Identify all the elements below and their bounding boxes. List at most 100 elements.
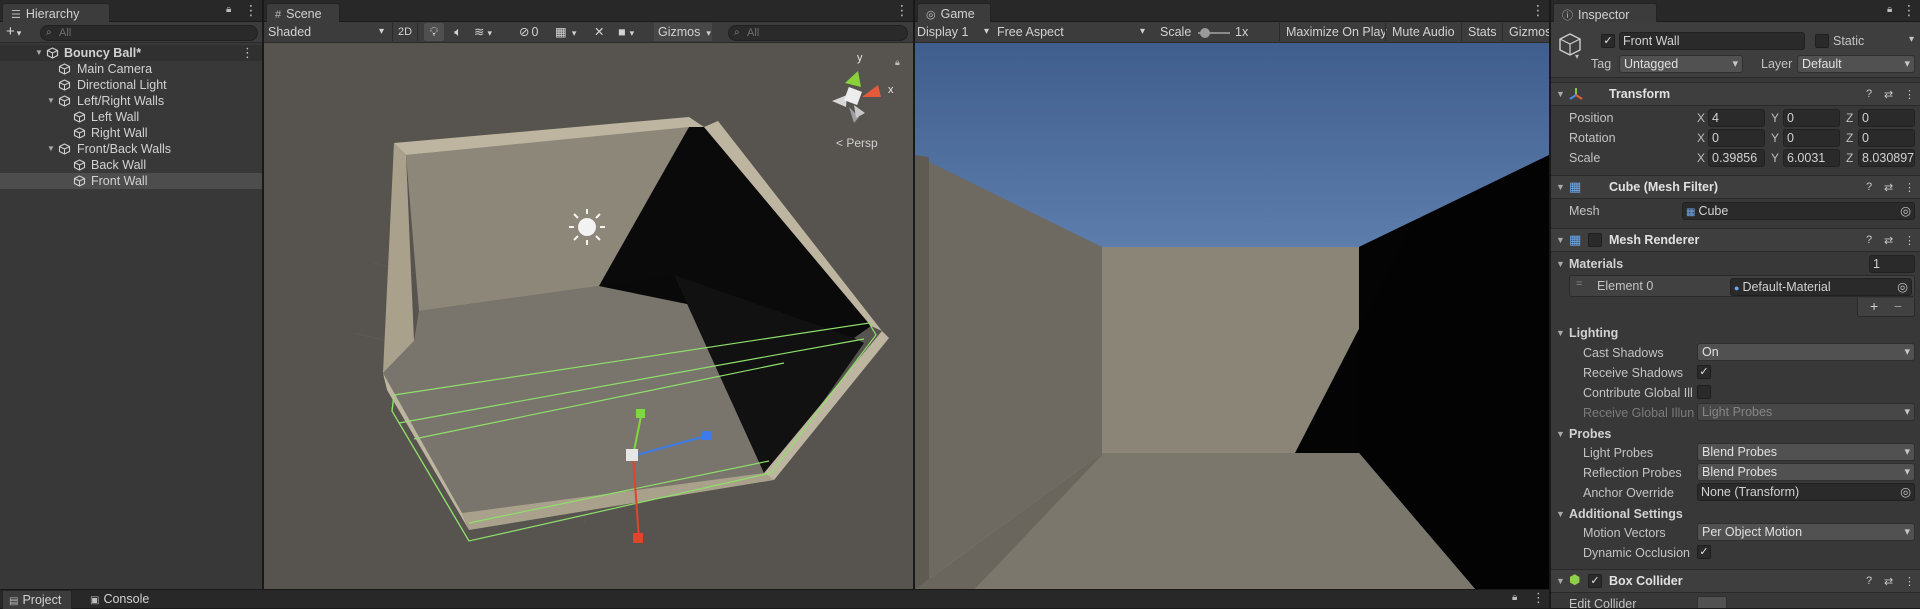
light-probes-dropdown[interactable]: Blend Probes — [1697, 443, 1915, 461]
help-icon[interactable]: ? — [1866, 234, 1872, 246]
mesh-renderer-header[interactable]: ▼ ▦ Mesh Renderer ? ⇄ ⋮ — [1551, 228, 1920, 252]
chevron-down-icon[interactable]: ▼ — [47, 93, 55, 109]
chevron-down-icon[interactable]: ▼ — [1556, 235, 1565, 245]
stats-button[interactable]: Stats — [1461, 23, 1497, 41]
preset-icon[interactable]: ⇄ — [1884, 575, 1893, 588]
chevron-down-icon[interactable]: ▼ — [1556, 328, 1565, 338]
scale-z-field[interactable]: 8.030897 — [1858, 149, 1915, 167]
tab-project[interactable]: ▤ Project — [2, 590, 72, 609]
effects-toggle-icon[interactable]: ≋ ▾ — [474, 23, 502, 41]
toggle-2d-button[interactable]: 2D — [392, 23, 418, 41]
chevron-down-icon[interactable]: ▼ — [1556, 509, 1565, 519]
remove-icon[interactable]: − — [1894, 298, 1902, 314]
help-icon[interactable]: ? — [1866, 88, 1872, 100]
kebab-menu-icon[interactable]: ⋮ — [1532, 590, 1545, 606]
maximize-on-play-button[interactable]: Maximize On Play — [1279, 23, 1387, 41]
hierarchy-item-front-wall[interactable]: Front Wall — [0, 173, 262, 189]
hierarchy-item-back-wall[interactable]: Back Wall — [0, 157, 262, 173]
scale-slider[interactable] — [1198, 28, 1230, 38]
edit-collider-button[interactable] — [1697, 596, 1727, 608]
lock-icon[interactable]: 🔒︎ — [1887, 4, 1892, 15]
tag-dropdown[interactable]: Untagged — [1619, 55, 1743, 73]
kebab-menu-icon[interactable]: ⋮ — [1531, 2, 1545, 18]
hierarchy-item-left-right-walls[interactable]: ▼ Left/Right Walls — [0, 93, 262, 109]
preset-icon[interactable]: ⇄ — [1884, 181, 1893, 194]
hierarchy-item-front-back-walls[interactable]: ▼ Front/Back Walls — [0, 141, 262, 157]
static-checkbox[interactable] — [1815, 34, 1829, 48]
projection-label[interactable]: < Persp — [836, 136, 878, 150]
object-name-field[interactable]: Front Wall — [1619, 32, 1805, 50]
chevron-down-icon[interactable]: ▼ — [1556, 182, 1565, 192]
mesh-filter-header[interactable]: ▼ ▦ Cube (Mesh Filter) ? ⇄ ⋮ — [1551, 175, 1920, 199]
gizmos-dropdown[interactable]: Gizmos ▾ — [654, 23, 712, 41]
lock-icon[interactable]: 🔒︎ — [895, 58, 900, 68]
chevron-down-icon[interactable]: ▼ — [1556, 89, 1565, 99]
kebab-menu-icon[interactable]: ⋮ — [1904, 181, 1915, 194]
hierarchy-item-directional-light[interactable]: Directional Light — [0, 77, 262, 93]
mute-audio-button[interactable]: Mute Audio — [1385, 23, 1455, 41]
cast-shadows-dropdown[interactable]: On — [1697, 343, 1915, 361]
tab-game[interactable]: ◎ Game — [917, 3, 991, 22]
hierarchy-item-right-wall[interactable]: Right Wall — [0, 125, 262, 141]
layer-dropdown[interactable]: Default — [1797, 55, 1915, 73]
box-collider-enabled-checkbox[interactable]: ✓ — [1588, 574, 1602, 588]
scale-x-field[interactable]: 0.39856 — [1708, 149, 1765, 167]
mesh-object-field[interactable]: ▦ Cube ◎ — [1682, 202, 1915, 220]
add-icon[interactable]: + — [1870, 298, 1878, 314]
help-icon[interactable]: ? — [1866, 575, 1872, 587]
element-0-material-field[interactable]: ● Default-Material ◎ — [1730, 278, 1912, 296]
position-z-field[interactable]: 0 — [1858, 109, 1915, 127]
tab-scene[interactable]: # Scene — [266, 3, 340, 22]
game-viewport[interactable] — [915, 43, 1549, 589]
chevron-down-icon[interactable]: ▼ — [1556, 576, 1565, 586]
lighting-toggle-icon[interactable]: 💡︎ — [424, 23, 444, 41]
object-picker-icon[interactable]: ◎ — [1900, 484, 1911, 500]
chevron-down-icon[interactable]: ▼ — [35, 45, 43, 61]
tab-inspector[interactable]: ⓘ Inspector — [1553, 3, 1657, 22]
kebab-menu-icon[interactable]: ⋮ — [1904, 575, 1915, 588]
rotation-y-field[interactable]: 0 — [1783, 129, 1840, 147]
camera-settings-icon[interactable]: ■ ▾ — [618, 23, 648, 41]
position-x-field[interactable]: 4 — [1708, 109, 1765, 127]
chevron-down-icon[interactable]: ▾ — [1909, 34, 1914, 45]
kebab-menu-icon[interactable]: ⋮ — [1904, 234, 1915, 247]
chevron-down-icon[interactable]: ▼ — [1556, 429, 1565, 439]
tools-icon[interactable]: ✕ — [594, 23, 612, 41]
dynamic-occlusion-checkbox[interactable]: ✓ — [1697, 545, 1711, 559]
rotation-x-field[interactable]: 0 — [1708, 129, 1765, 147]
contribute-gi-checkbox[interactable] — [1697, 385, 1711, 399]
scale-slider-thumb[interactable] — [1200, 28, 1211, 38]
object-picker-icon[interactable]: ◎ — [1897, 279, 1908, 295]
help-icon[interactable]: ? — [1866, 181, 1872, 193]
game-gizmos-button[interactable]: Gizmos — [1502, 23, 1549, 41]
scene-search-input[interactable]: ⌕ All — [728, 25, 908, 41]
kebab-menu-icon[interactable]: ⋮ — [244, 2, 258, 18]
audio-toggle-icon[interactable]: 🔈︎ — [449, 23, 467, 41]
drag-handle-icon[interactable]: = — [1576, 278, 1582, 290]
preset-icon[interactable]: ⇄ — [1884, 88, 1893, 101]
lock-icon[interactable]: 🔒︎ — [1512, 592, 1517, 603]
display-dropdown[interactable]: Display 1 ▾ — [917, 23, 991, 41]
shading-mode-dropdown[interactable]: Shaded ▾ — [268, 23, 388, 41]
lock-icon[interactable]: 🔒︎ — [226, 4, 231, 15]
scene-viewport[interactable]: y x 🔒︎ < Persp — [264, 43, 913, 589]
chevron-down-icon[interactable]: ▼ — [1556, 259, 1565, 269]
aspect-dropdown[interactable]: Free Aspect ▾ — [997, 23, 1149, 41]
hierarchy-item-scene[interactable]: ▼ Bouncy Ball* ⋮ — [0, 45, 262, 61]
tab-hierarchy[interactable]: ☰ Hierarchy — [2, 3, 110, 22]
box-collider-header[interactable]: ▼ ⬢ ✓ Box Collider ? ⇄ ⋮ — [1551, 569, 1920, 593]
transform-header[interactable]: ▼ Transform ? ⇄ ⋮ — [1551, 82, 1920, 106]
kebab-menu-icon[interactable]: ⋮ — [1902, 2, 1916, 18]
rotation-z-field[interactable]: 0 — [1858, 129, 1915, 147]
scale-y-field[interactable]: 6.0031 — [1783, 149, 1840, 167]
chevron-down-icon[interactable]: ▼ — [47, 141, 55, 157]
object-picker-icon[interactable]: ◎ — [1900, 203, 1911, 219]
active-checkbox[interactable]: ✓ — [1601, 34, 1615, 48]
position-y-field[interactable]: 0 — [1783, 109, 1840, 127]
kebab-menu-icon[interactable]: ⋮ — [1904, 88, 1915, 101]
receive-shadows-checkbox[interactable]: ✓ — [1697, 365, 1711, 379]
reflection-probes-dropdown[interactable]: Blend Probes — [1697, 463, 1915, 481]
kebab-menu-icon[interactable]: ⋮ — [895, 2, 909, 18]
anchor-override-field[interactable]: None (Transform) ◎ — [1697, 483, 1915, 501]
mesh-renderer-enabled-checkbox[interactable] — [1588, 233, 1602, 247]
